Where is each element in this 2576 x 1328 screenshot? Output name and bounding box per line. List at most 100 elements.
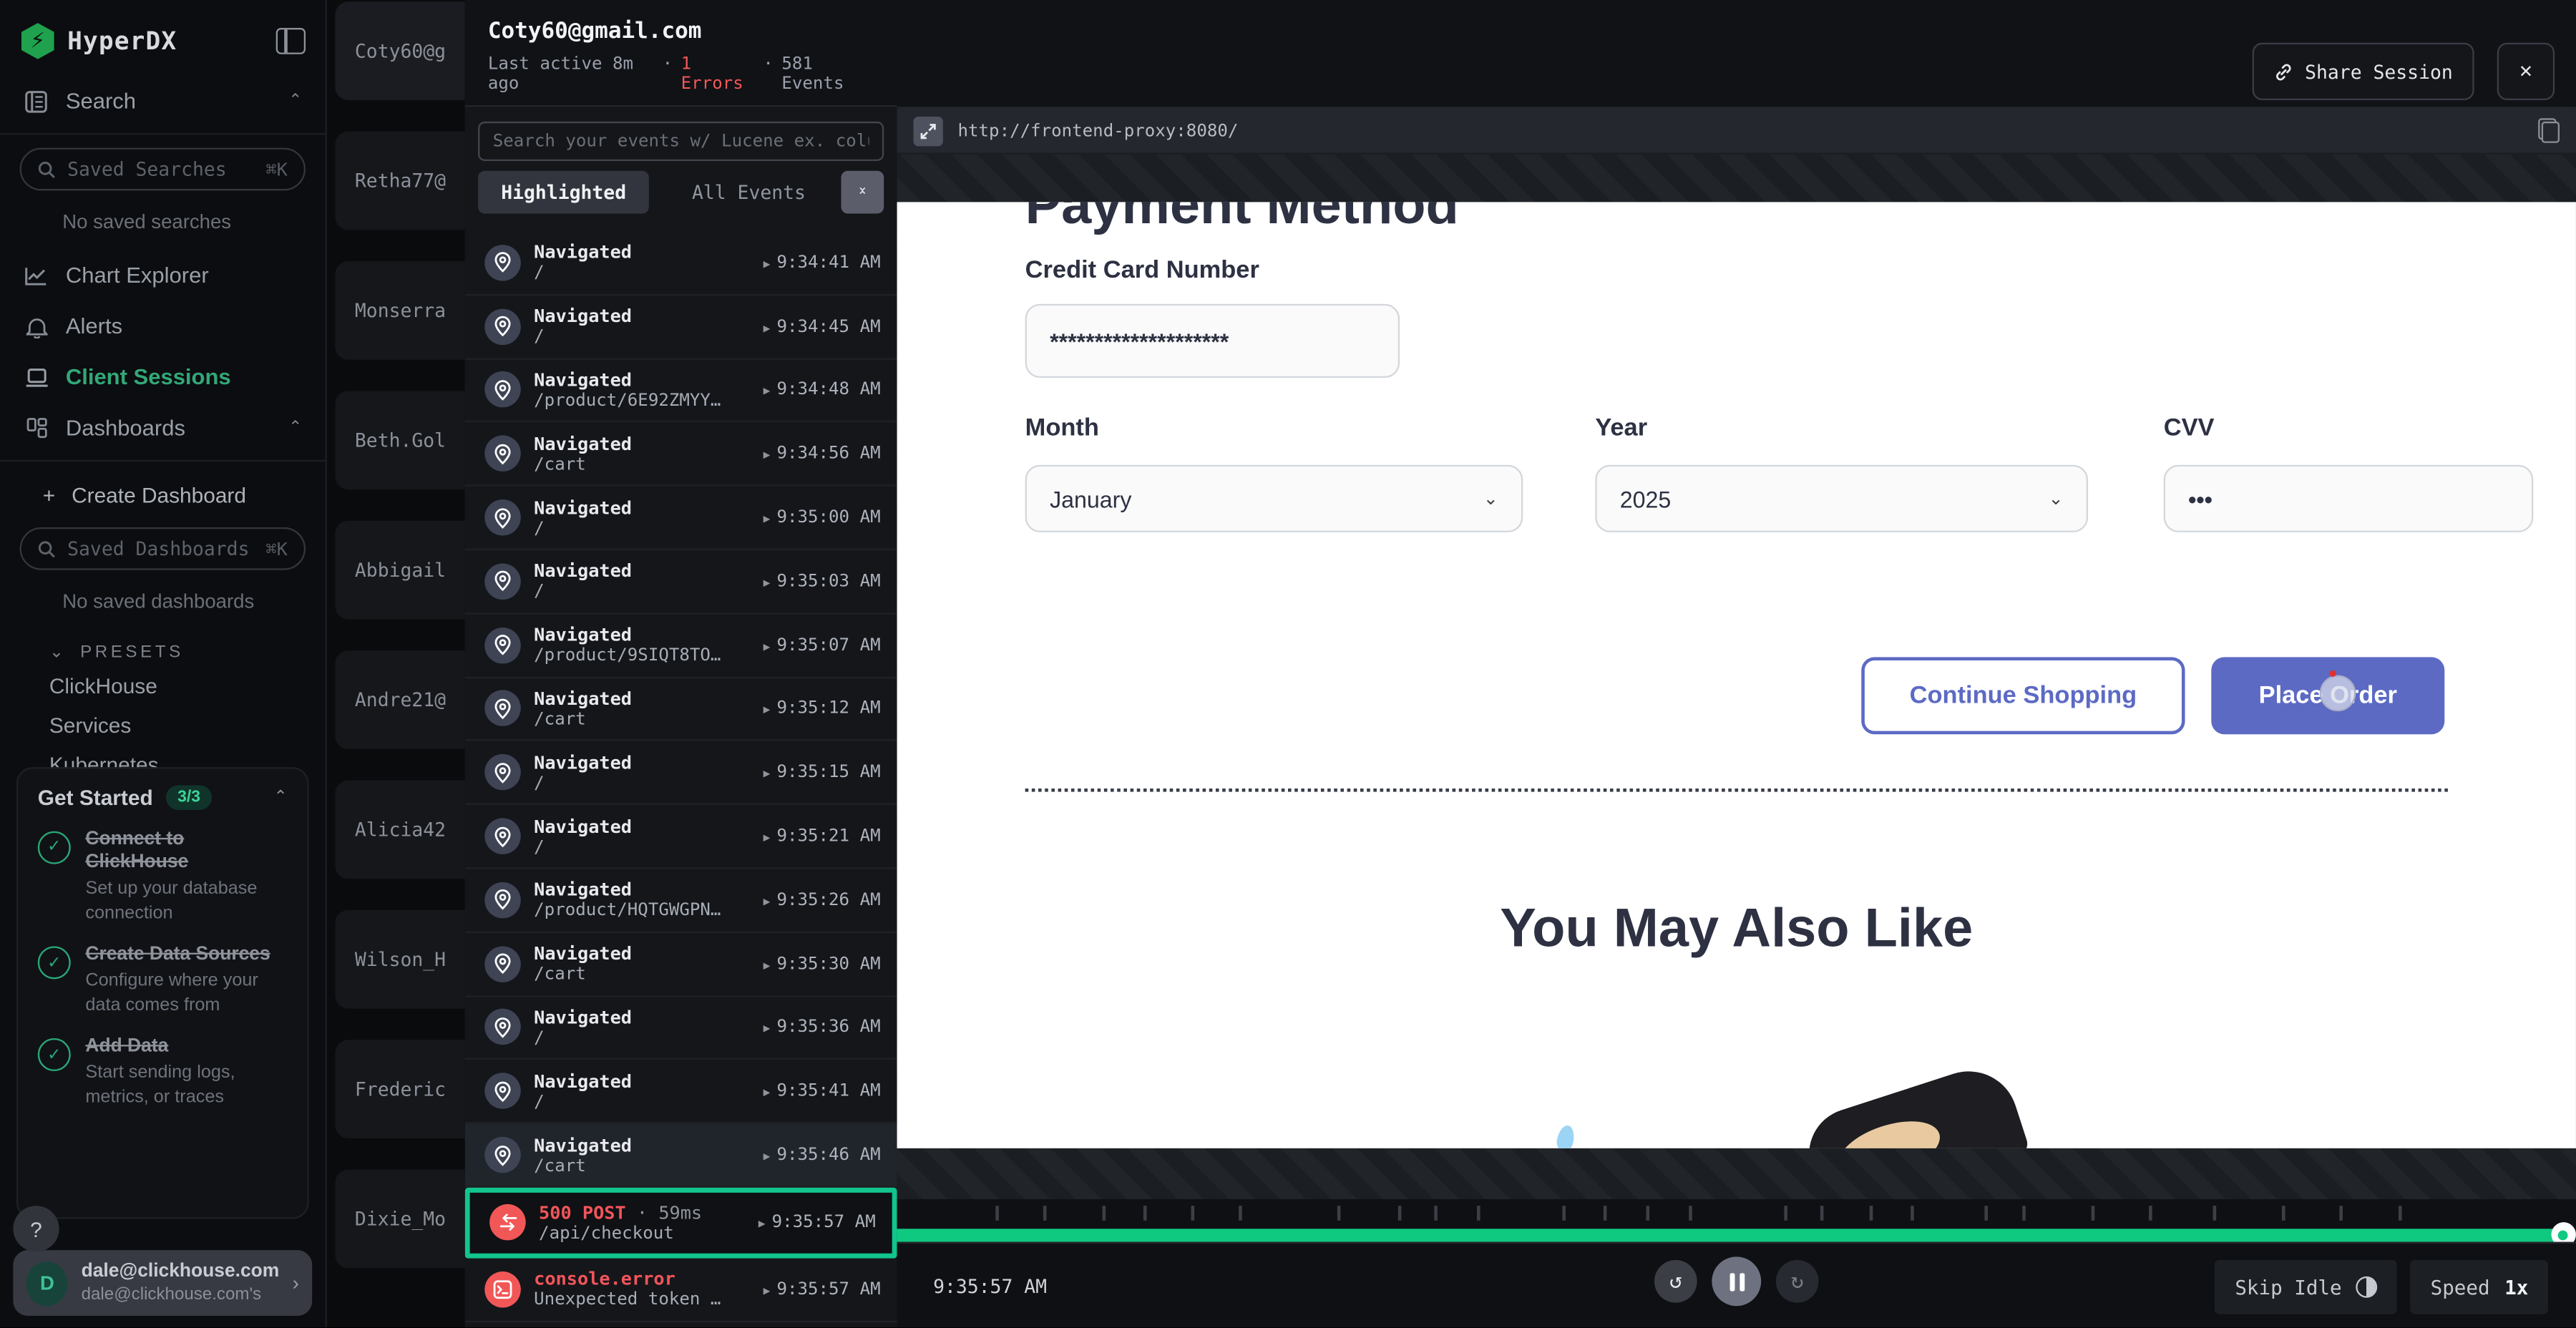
sidebar-item-client-sessions[interactable]: Client Sessions [0, 351, 326, 402]
event-path: Unexpected token 'I'… [534, 1290, 728, 1310]
event-row[interactable]: Navigated/▶9:34:41 AM [465, 232, 897, 296]
profile-menu[interactable]: D dale@clickhouse.com dale@clickhouse.co… [13, 1250, 312, 1316]
playback-progress[interactable] [897, 1229, 2576, 1241]
event-timestamp: ▶9:35:57 AM [763, 1279, 881, 1299]
rewind-button[interactable]: ↺ [1654, 1260, 1697, 1303]
event-path: /cart [534, 965, 728, 985]
event-row[interactable]: Navigated/product/6E92ZMYYFZ▶9:34:48 AM [465, 359, 897, 423]
logo[interactable]: ⚡ HyperDX [0, 0, 326, 76]
session-list-item[interactable]: Retha77@ [335, 132, 464, 230]
session-list-item[interactable]: Coty60@g [335, 1, 464, 100]
chevron-up-icon[interactable]: ⌃ [288, 419, 302, 436]
event-title: Navigated [534, 1070, 750, 1092]
get-started-item[interactable]: ✓ Create Data Sources Configure where yo… [38, 943, 288, 1017]
tab-all-events[interactable]: All Events [669, 171, 829, 214]
event-row[interactable]: console.errorUnexpected token 'I'…▶9:35:… [465, 1259, 897, 1322]
bell-icon [23, 315, 49, 338]
sidebar-item-dashboards[interactable]: Dashboards ⌃ [0, 402, 326, 453]
link-icon [2273, 62, 2293, 82]
location-pin-icon [484, 308, 521, 345]
cc-input[interactable]: ******************** [1025, 304, 1400, 378]
event-path: /product/HQTGWGPNH4 [534, 901, 728, 921]
event-row[interactable]: Navigated/▶9:35:41 AM [465, 1060, 897, 1124]
event-row[interactable]: Navigated/▶9:35:03 AM [465, 550, 897, 614]
session-list-item[interactable]: Wilson_H [335, 910, 464, 1009]
session-list-item[interactable]: Beth.Gol [335, 391, 464, 489]
session-list-item[interactable]: Dixie_Mo [335, 1170, 464, 1269]
search-doc-icon [23, 89, 49, 112]
playback-timeline[interactable] [897, 1199, 2576, 1229]
event-row[interactable]: Navigated/cart▶9:35:30 AM [465, 933, 897, 997]
event-row[interactable]: Navigated/▶9:35:21 AM [465, 805, 897, 869]
session-meta: Last active 8m ago· 1 Errors· 581 Events [488, 54, 874, 94]
sidebar-item-label: Client Sessions [66, 365, 231, 389]
no-saved-dashboards-note: No saved dashboards [0, 583, 326, 629]
get-started-item[interactable]: ✓ Add Data Start sending logs, metrics, … [38, 1035, 288, 1108]
event-row[interactable]: Navigated/cart▶9:35:12 AM [465, 678, 897, 741]
session-list-item[interactable]: Andre21@ [335, 650, 464, 749]
sidebar-item-search[interactable]: Search ⌃ [0, 76, 326, 127]
collapse-panel-button[interactable]: ⌄ ⌃ [841, 171, 884, 214]
divider [1025, 788, 2448, 792]
location-pin-icon [484, 690, 521, 727]
close-button[interactable]: ✕ [2497, 43, 2555, 100]
current-timestamp: 9:35:57 AM [933, 1275, 1047, 1298]
chevron-up-icon[interactable]: ⌃ [274, 788, 288, 806]
get-started-item[interactable]: ✓ Connect to ClickHouse Set up your data… [38, 827, 288, 924]
event-row[interactable]: Navigated/▶9:35:36 AM [465, 997, 897, 1060]
event-row[interactable]: 500 POST · 59ms/api/checkout▶9:35:57 AM [465, 1188, 897, 1259]
event-timestamp: ▶9:35:36 AM [763, 1017, 881, 1038]
session-list-item[interactable]: Frederic [335, 1040, 464, 1138]
event-row[interactable]: Navigated/▶9:35:15 AM [465, 741, 897, 805]
presets-header[interactable]: ⌄ PRESETS [0, 629, 326, 665]
help-button[interactable]: ? [13, 1206, 59, 1251]
copy-icon[interactable] [2538, 118, 2560, 142]
share-session-button[interactable]: Share Session [2253, 43, 2474, 100]
timeline-tick [2398, 1206, 2401, 1221]
play-marker-icon: ▶ [763, 768, 771, 781]
play-marker-icon: ▶ [763, 640, 771, 653]
month-select[interactable]: January ⌄ [1025, 465, 1523, 532]
event-row[interactable]: Navigated/▶9:34:45 AM [465, 296, 897, 359]
preset-clickhouse[interactable]: ClickHouse [0, 665, 326, 705]
preset-services[interactable]: Services [0, 705, 326, 744]
collapse-sidebar-icon[interactable] [276, 28, 306, 54]
session-list-item[interactable]: Alicia42 [335, 781, 464, 879]
sidebar-item-alerts[interactable]: Alerts [0, 301, 326, 351]
skip-idle-toggle[interactable]: Skip Idle [2215, 1260, 2398, 1314]
cvv-input[interactable]: ••• [2164, 465, 2534, 532]
event-list: Navigated/▶9:34:41 AMNavigated/▶9:34:45 … [465, 232, 897, 1327]
timeline-tick [1689, 1206, 1693, 1221]
forward-button[interactable]: ↻ [1776, 1260, 1819, 1303]
pause-button[interactable] [1712, 1256, 1761, 1306]
tab-highlighted[interactable]: Highlighted [478, 171, 649, 214]
chevron-up-icon[interactable]: ⌃ [288, 92, 302, 110]
event-row[interactable]: Navigated/cart▶9:35:46 AM [465, 1124, 897, 1188]
saved-dashboards-input[interactable]: Saved Dashboards ⌘K [20, 527, 306, 570]
event-row[interactable]: Navigated/product/HQTGWGPNH4▶9:35:26 AM [465, 869, 897, 932]
timeline-tick [1985, 1206, 1989, 1221]
location-pin-icon [484, 1073, 521, 1110]
saved-dashboards-placeholder: Saved Dashboards [67, 537, 249, 560]
sidebar-item-chart-explorer[interactable]: Chart Explorer [0, 250, 326, 301]
event-title: Navigated [534, 879, 750, 901]
event-row[interactable]: Navigated/product/9SIQT8TOJO▶9:35:07 AM [465, 614, 897, 678]
sidebar-item-label: Alerts [66, 314, 122, 338]
session-email-truncated: Frederic [335, 1078, 446, 1100]
event-row[interactable]: Navigated/cart▶9:34:56 AM [465, 423, 897, 487]
location-pin-icon [484, 1137, 521, 1173]
session-events-panel: Coty60@gmail.com Last active 8m ago· 1 E… [465, 0, 899, 1327]
event-row[interactable]: Navigated/▶9:35:00 AM [465, 487, 897, 550]
session-email-truncated: Abbigail [335, 559, 446, 582]
create-dashboard-button[interactable]: + Create Dashboard [0, 468, 326, 514]
saved-searches-input[interactable]: Saved Searches ⌘K [20, 148, 306, 191]
session-list-item[interactable]: Abbigail [335, 521, 464, 620]
page-title: Payment Method [1025, 202, 1459, 236]
timeline-tick [2339, 1206, 2343, 1221]
year-select[interactable]: 2025 ⌄ [1595, 465, 2088, 532]
expand-icon[interactable] [914, 116, 943, 145]
speed-control[interactable]: Speed 1x [2411, 1260, 2548, 1314]
session-list-item[interactable]: Monserra [335, 261, 464, 360]
events-search-input[interactable] [478, 122, 884, 161]
continue-shopping-button[interactable]: Continue Shopping [1861, 657, 2185, 734]
